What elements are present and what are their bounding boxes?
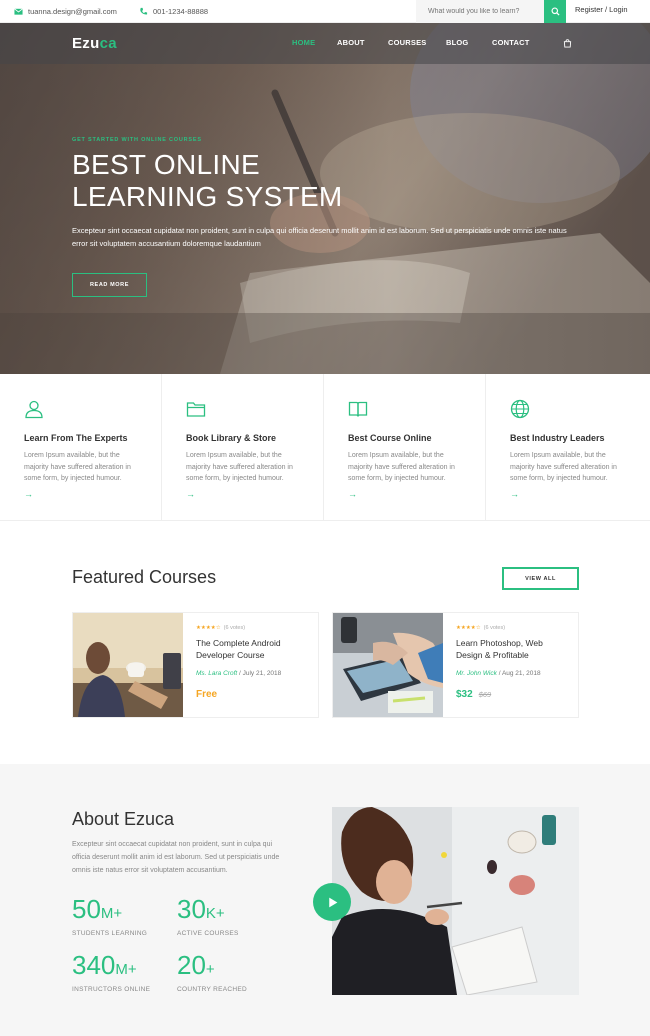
envelope-icon [14,8,23,15]
stat-value: 340 [72,950,116,980]
folder-icon [186,402,206,417]
feature-title: Learn From The Experts [24,433,128,443]
search-input[interactable] [416,0,544,23]
cart-icon[interactable] [563,39,572,48]
globe-icon [510,399,530,419]
star-rating-icon: ★★★★☆ [456,625,481,631]
play-video-button[interactable] [313,883,351,921]
feature-title: Best Industry Leaders [510,433,605,443]
course-author[interactable]: Ms. Lara Croft [196,670,237,677]
stat-courses: 30K+ ACTIVE COURSES [177,895,239,937]
main-navbar: Ezuca HOME ABOUT COURSES BLOG CONTACT [0,23,650,64]
arrow-right-icon[interactable]: → [348,489,357,499]
course-thumbnail[interactable] [333,613,443,717]
feature-title: Best Course Online [348,433,432,443]
about-image [332,807,579,995]
stat-value: 20 [177,950,206,980]
book-icon [348,401,368,417]
stat-instructors: 340M+ INSTRUCTORS ONLINE [72,951,150,993]
search-button[interactable] [544,0,566,23]
course-info: ★★★★☆ (6 votes) Learn Photoshop, Web Desi… [456,625,571,700]
course-author[interactable]: Mr. John Wick [456,670,497,677]
top-bar: tuanna.design@gmail.com 001-1234-88888 R… [0,0,650,23]
feature-text: Lorem Ipsum available, but the majority … [348,452,455,482]
email-text: tuanna.design@gmail.com [28,7,117,16]
read-more-button[interactable]: READ MORE [72,273,147,297]
old-price: $69 [478,690,492,699]
feature-text: Lorem Ipsum available, but the majority … [24,452,131,482]
about-title: About Ezuca [72,809,175,829]
about-video-thumbnail[interactable] [332,807,579,995]
stat-label: STUDENTS LEARNING [72,930,148,937]
votes-count: (6 votes) [483,625,506,631]
featured-courses-title: Featured Courses [72,567,217,587]
logo-part-1: Ezu [72,35,100,52]
phone-icon [140,7,148,15]
stat-value: 50 [72,894,101,924]
nav-courses[interactable]: COURSES [388,38,427,47]
stat-label: COUNTRY REACHED [177,986,247,993]
course-price: $32 $69 [456,689,571,700]
course-card-photoshop[interactable]: ★★★★☆ (6 votes) Learn Photoshop, Web Desi… [332,612,579,718]
play-icon [328,897,337,907]
feature-title: Book Library & Store [186,433,277,443]
feature-library: Book Library & Store Lorem Ipsum availab… [162,374,324,521]
course-card-android[interactable]: ★★★★☆ (6 votes) The Complete Android Deve… [72,612,319,718]
site-logo[interactable]: Ezuca [72,35,117,52]
arrow-right-icon[interactable]: → [24,489,33,499]
phone-contact[interactable]: 001-1234-88888 [139,0,208,23]
nav-about[interactable]: ABOUT [337,38,365,47]
star-rating-icon: ★★★★☆ [196,625,221,631]
stat-label: INSTRUCTORS ONLINE [72,986,151,993]
arrow-right-icon[interactable]: → [510,489,519,499]
stat-students: 50M+ STUDENTS LEARNING [72,895,147,937]
hero-eyebrow: GET STARTED WITH ONLINE COURSES [72,137,202,143]
course-image-photoshop [333,613,443,717]
phone-text: 001-1234-88888 [153,7,209,16]
course-title[interactable]: The Complete Android Developer Course [196,637,311,661]
feature-text: Lorem Ipsum available, but the majority … [510,452,617,482]
user-icon [25,400,43,419]
nav-blog[interactable]: BLOG [446,38,468,47]
course-meta: Ms. Lara Croft / July 21, 2018 [196,670,311,677]
course-price: Free [196,689,311,700]
about-text: Excepteur sint occaecat cupidatat non pr… [72,841,280,874]
course-date: / Aug 21, 2018 [498,670,541,677]
hero-title: BEST ONLINE LEARNING SYSTEM [72,149,343,212]
price-value: Free [196,689,218,700]
course-thumbnail[interactable] [73,613,183,717]
feature-experts: Learn From The Experts Lorem Ipsum avail… [0,374,162,521]
course-image-android [73,613,183,717]
email-contact[interactable]: tuanna.design@gmail.com [14,0,117,23]
search-bar [416,0,566,23]
rating: ★★★★☆ (6 votes) [196,625,311,631]
course-meta: Mr. John Wick / Aug 21, 2018 [456,670,571,677]
stat-suffix: + [205,961,215,978]
arrow-right-icon[interactable]: → [186,489,195,499]
logo-part-2: ca [99,35,117,52]
search-icon [550,7,560,16]
register-login-link[interactable]: Register / Login [575,0,628,19]
stat-suffix: M+ [115,961,137,978]
stat-suffix: K+ [205,905,225,922]
votes-count: (6 votes) [223,625,246,631]
course-title[interactable]: Learn Photoshop, Web Design & Profitable [456,637,571,661]
hero-text: Excepteur sint occaecat cupidatat non pr… [72,226,567,248]
rating: ★★★★☆ (6 votes) [456,625,571,631]
nav-contact[interactable]: CONTACT [492,38,530,47]
price-value: $32 [456,689,473,700]
course-info: ★★★★☆ (6 votes) The Complete Android Deve… [196,625,311,700]
feature-text: Lorem Ipsum available, but the majority … [186,452,293,482]
stat-value: 30 [177,894,206,924]
course-date: / July 21, 2018 [239,670,282,677]
stat-suffix: M+ [100,905,123,922]
features-row: Learn From The Experts Lorem Ipsum avail… [0,374,650,521]
feature-courses: Best Course Online Lorem Ipsum available… [324,374,486,521]
hero-section: Ezuca HOME ABOUT COURSES BLOG CONTACT GE… [0,23,650,374]
stat-countries: 20+ COUNTRY REACHED [177,951,247,993]
stat-label: ACTIVE COURSES [177,930,239,937]
nav-home[interactable]: HOME [292,38,315,47]
view-all-button[interactable]: VIEW ALL [502,567,579,590]
feature-leaders: Best Industry Leaders Lorem Ipsum availa… [486,374,648,521]
